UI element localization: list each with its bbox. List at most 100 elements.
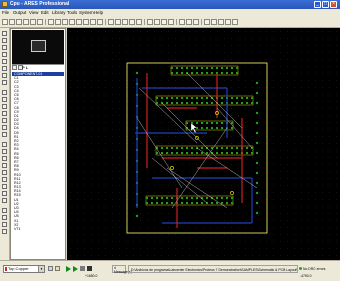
dimension-icon[interactable] [2, 198, 7, 203]
layer-toggle-icon[interactable] [48, 266, 53, 271]
pause-icon[interactable] [80, 266, 85, 271]
circle-2d-icon[interactable] [2, 156, 7, 161]
auto-router-icon[interactable] [204, 19, 210, 25]
menu-file[interactable]: File [2, 10, 9, 15]
grid-dot [119, 94, 120, 95]
grid-dot [266, 94, 267, 95]
layer-selector[interactable]: Top Copper ▼ [3, 265, 45, 273]
step-icon[interactable] [73, 266, 78, 272]
ratsnest-mode-icon[interactable] [2, 73, 7, 78]
grid-dot [182, 248, 183, 249]
menu-view[interactable]: View [29, 10, 38, 15]
zoom-all-icon[interactable] [90, 19, 96, 25]
grid-icon[interactable] [55, 19, 61, 25]
selection-mode-icon[interactable] [2, 31, 7, 36]
padstack-icon[interactable] [2, 132, 7, 137]
chevron-down-icon[interactable]: ▼ [38, 266, 44, 272]
paste-icon[interactable] [136, 19, 142, 25]
grid-dot [217, 199, 218, 200]
grid-dot [203, 80, 204, 81]
zone-mode-icon[interactable] [2, 66, 7, 71]
pcb-editing-canvas[interactable] [67, 28, 340, 260]
undo-icon[interactable] [108, 19, 114, 25]
close-button[interactable]: × [330, 1, 337, 8]
make-package-icon[interactable] [186, 19, 192, 25]
maximize-button[interactable]: □ [322, 1, 329, 8]
pan-icon[interactable] [69, 19, 75, 25]
rotate-ccw-icon[interactable] [2, 215, 7, 220]
grid-dot [91, 206, 92, 207]
redo-icon[interactable] [115, 19, 121, 25]
zoom-area-icon[interactable] [97, 19, 103, 25]
menu-help[interactable]: Help [94, 10, 103, 15]
copy-icon[interactable] [129, 19, 135, 25]
drc-status[interactable]: No DRC errors [299, 265, 339, 273]
flip-horizontal-icon[interactable] [2, 222, 7, 227]
package-mode-icon[interactable] [2, 45, 7, 50]
pick-parts-icon[interactable] [179, 19, 185, 25]
bottom-layer-icon[interactable] [55, 266, 60, 271]
grid-dot [77, 199, 78, 200]
netlist-icon[interactable] [218, 19, 224, 25]
block-delete-icon[interactable] [168, 19, 174, 25]
edge-connector-icon[interactable] [2, 111, 7, 116]
grid-dot [301, 87, 302, 88]
round-pad-icon[interactable] [2, 90, 7, 95]
grid-dot [336, 241, 337, 242]
u5-pad [211, 127, 213, 129]
component-mode-icon[interactable] [2, 38, 7, 43]
marker-2d-icon[interactable] [2, 191, 7, 196]
rotate-cw-icon[interactable] [2, 208, 7, 213]
play-icon[interactable] [66, 266, 71, 272]
menu-tools[interactable]: Tools [67, 10, 77, 15]
grid-dot [231, 45, 232, 46]
grid-dot [175, 31, 176, 32]
minimize-button[interactable]: _ [314, 1, 321, 8]
mouse-cursor-icon [190, 122, 198, 134]
connectivity-highlight-icon[interactable] [2, 80, 7, 85]
menu-library[interactable]: Library [52, 10, 65, 15]
pcb-layout[interactable] [67, 28, 340, 260]
export-icon[interactable] [30, 19, 36, 25]
via-mode-icon[interactable] [2, 59, 7, 64]
track-mode-icon[interactable] [2, 52, 7, 57]
open-file-icon[interactable] [9, 19, 15, 25]
message-count[interactable]: 4 Message(s) [112, 265, 132, 274]
stop-icon[interactable] [87, 266, 92, 271]
menu-output[interactable]: Output [13, 10, 26, 15]
grid-dot [84, 31, 85, 32]
refresh-icon[interactable] [48, 19, 54, 25]
polygon-pad-icon[interactable] [2, 125, 7, 130]
smt-pad-icon[interactable] [2, 118, 7, 123]
symbol-2d-icon[interactable] [2, 184, 7, 189]
new-file-icon[interactable] [2, 19, 8, 25]
block-move-icon[interactable] [154, 19, 160, 25]
square-pad-icon[interactable] [2, 97, 7, 102]
cut-icon[interactable] [122, 19, 128, 25]
zoom-in-icon[interactable] [76, 19, 82, 25]
dil-pad-icon[interactable] [2, 104, 7, 109]
block-rotate-icon[interactable] [161, 19, 167, 25]
pick-device-icon[interactable] [12, 65, 17, 70]
import-icon[interactable] [23, 19, 29, 25]
arc-2d-icon[interactable] [2, 163, 7, 168]
line-2d-icon[interactable] [2, 142, 7, 147]
grid-dot [210, 220, 211, 221]
box-2d-icon[interactable] [2, 149, 7, 154]
search-icon[interactable] [211, 19, 217, 25]
block-copy-icon[interactable] [147, 19, 153, 25]
connectivity-icon[interactable] [225, 19, 231, 25]
component-list-item[interactable]: VT1 [12, 227, 64, 231]
zoom-out-icon[interactable] [83, 19, 89, 25]
save-icon[interactable] [16, 19, 22, 25]
menu-system[interactable]: System [79, 10, 94, 15]
origin-icon[interactable] [62, 19, 68, 25]
text-2d-icon[interactable] [2, 177, 7, 182]
menu-edit[interactable]: Edit [41, 10, 49, 15]
grid-dot [147, 178, 148, 179]
path-2d-icon[interactable] [2, 170, 7, 175]
decompose-icon[interactable] [193, 19, 199, 25]
print-icon[interactable] [37, 19, 43, 25]
view-3d-icon[interactable] [232, 19, 238, 25]
flip-vertical-icon[interactable] [2, 229, 7, 234]
